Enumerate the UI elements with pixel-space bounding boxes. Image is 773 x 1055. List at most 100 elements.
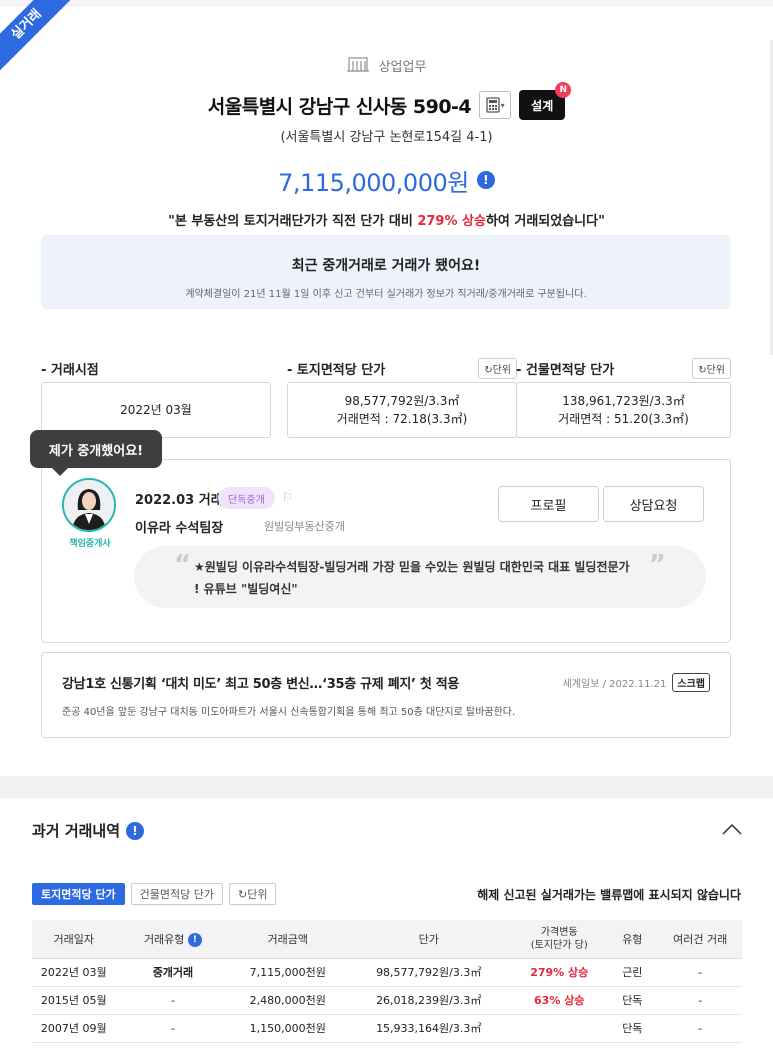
row-date: 2015년 05월	[32, 986, 116, 1015]
row-unit-price: 15,933,164원/3.3㎡	[345, 1014, 513, 1043]
history-title: 과거 거래내역 !	[32, 820, 145, 841]
row-kind: 단독	[606, 1014, 659, 1043]
col-unit-price: 단가	[345, 920, 513, 959]
land-price-column: - 토지면적당 단가 ↻단위 98,577,792원/3.3㎡ 거래면적 : 7…	[287, 356, 517, 438]
land-area-value: 거래면적 : 72.18(3.3㎡)	[336, 412, 468, 426]
land-unit-toggle[interactable]: ↻단위	[478, 357, 517, 379]
note-prefix: "본 부동산의 토지거래단가가 직전 단가 대비	[168, 214, 418, 229]
refresh-icon: ↻	[484, 364, 493, 376]
row-change	[512, 1014, 607, 1043]
unit-label: 단위	[706, 364, 725, 376]
agent-tooltip: 제가 중개했어요!	[30, 430, 162, 476]
info-icon[interactable]: !	[126, 821, 145, 840]
calculator-button[interactable]: ▾	[479, 91, 512, 119]
refresh-icon: ↻	[698, 364, 707, 376]
agent-office: 원빌딩부동산중개	[264, 520, 345, 533]
close-quote-icon: ”	[648, 550, 666, 580]
exclusive-tag: 단독중개	[218, 487, 275, 509]
history-table: 거래일자 거래유형 ! 거래금액 단가 가격변동 (토지단가 당) 유형 여러건 …	[32, 920, 742, 1043]
news-description: 준공 40년을 앞둔 강남구 대치동 미도아파트가 서울시 신속통합기획을 통해…	[62, 707, 516, 718]
deal-time-column: - 거래시점 2022년 03월	[41, 356, 271, 438]
category-row: 상업업무	[0, 50, 773, 80]
row-amount: 1,150,000천원	[230, 1014, 346, 1043]
row-type: -	[115, 986, 231, 1015]
unit-toggle[interactable]: ↻ 단위	[229, 883, 277, 905]
table-row[interactable]: 2007년 09월 - 1,150,000천원 15,933,164원/3.3㎡…	[32, 1014, 742, 1043]
col-kind: 유형	[606, 920, 659, 959]
building-price-label: - 건물면적당 단가	[516, 362, 615, 378]
agent-deal-date: 2022.03 거래	[135, 493, 223, 508]
info-icon[interactable]: !	[187, 932, 202, 947]
agent-name: 이유라 수석팀장	[135, 521, 224, 536]
property-header: 상업업무 서울특별시 강남구 신사동 590-4 ▾ 설계 N (서울특별시 강…	[0, 50, 773, 229]
col-change-line1: 가격변동	[540, 926, 578, 938]
news-source: 세계일보 / 2022.11.21	[562, 679, 667, 690]
land-price-value: 98,577,792원/3.3㎡	[344, 394, 460, 408]
scrap-button[interactable]: 스크랩	[672, 673, 710, 692]
price-basis-tabs: 토지면적당 단가 건물면적당 단가 ↻ 단위	[32, 883, 277, 905]
col-change-line2: (토지단가 당)	[530, 939, 588, 951]
col-date: 거래일자	[32, 920, 116, 959]
agent-quote: “ ★원빌딩 이유라수석팀장-빌딩거래 가장 믿을 수있는 원빌딩 대한민국 대…	[134, 546, 706, 608]
land-price-box: 98,577,792원/3.3㎡ 거래면적 : 72.18(3.3㎡)	[287, 382, 517, 438]
top-strip	[0, 0, 773, 6]
note-highlight: 279% 상승	[417, 214, 486, 229]
row-multi: -	[658, 986, 742, 1015]
building-price-box: 138,961,723원/3.3㎡ 거래면적 : 51.20(3.3㎡)	[516, 382, 731, 438]
row-unit-price: 26,018,239원/3.3㎡	[345, 986, 513, 1015]
table-row[interactable]: 2022년 03월 중개거래 7,115,000천원 98,577,792원/3…	[32, 958, 742, 987]
building-icon	[346, 54, 369, 76]
tab-building-price[interactable]: 건물면적당 단가	[130, 883, 224, 905]
row-change: 63% 상승	[512, 986, 607, 1015]
profile-button[interactable]: 프로필	[498, 486, 599, 522]
chevron-down-icon: ▾	[500, 100, 505, 110]
quote-line-1: ★원빌딩 이유라수석팀장-빌딩거래 가장 믿을 수있는 원빌딩 대한민국 대표 …	[194, 560, 630, 574]
brokerage-notice: 최근 중개거래로 거래가 됐어요! 계약체결일이 21년 11월 1일 이후 신…	[41, 235, 731, 309]
land-price-label: - 토지면적당 단가	[287, 362, 386, 378]
open-quote-icon: “	[174, 550, 192, 580]
notice-title: 최근 중개거래로 거래가 됐어요!	[291, 258, 481, 274]
consult-button[interactable]: 상담요청	[603, 486, 704, 522]
building-price-value: 138,961,723원/3.3㎡	[562, 394, 685, 408]
row-unit-price: 98,577,792원/3.3㎡	[345, 958, 513, 987]
row-amount: 7,115,000천원	[230, 958, 346, 987]
chevron-up-icon[interactable]	[721, 820, 743, 841]
row-change: 279% 상승	[512, 958, 607, 987]
report-icon[interactable]: ⚐	[282, 490, 293, 504]
col-type-label: 거래유형	[143, 932, 185, 946]
agent-card: 책임중개사 2022.03 거래 단독중개 ⚐ 이유라 수석팀장 원빌딩부동산중…	[41, 459, 731, 643]
note-suffix: 하여 거래되었습니다"	[485, 214, 605, 229]
row-type: 중개거래	[115, 958, 231, 987]
row-amount: 2,480,000천원	[230, 986, 346, 1015]
lot-address: 서울특별시 강남구 신사동 590-4	[207, 95, 472, 118]
building-area-value: 거래면적 : 51.20(3.3㎡)	[558, 412, 689, 426]
news-title[interactable]: 강남1호 신통기획 ‘대치 미도’ 최고 50층 변신…‘35층 규제 폐지’ …	[62, 673, 459, 692]
col-multi: 여러건 거래	[658, 920, 742, 959]
info-icon[interactable]: !	[476, 171, 495, 189]
unit-label: 단위	[247, 888, 268, 901]
quote-line-2: ! 유튜브 "빌딩여신"	[194, 582, 298, 596]
table-row[interactable]: 2015년 05월 - 2,480,000천원 26,018,239원/3.3㎡…	[32, 986, 742, 1015]
deal-time-label: - 거래시점	[41, 362, 99, 378]
col-amount: 거래금액	[230, 920, 346, 959]
row-multi: -	[658, 1014, 742, 1043]
row-date: 2022년 03월	[32, 958, 116, 987]
deal-price: 7,115,000,000원	[278, 168, 469, 197]
news-meta: 세계일보 / 2022.11.21 스크랩	[563, 673, 710, 692]
building-price-column: - 건물면적당 단가 ↻단위 138,961,723원/3.3㎡ 거래면적 : …	[516, 356, 731, 438]
unit-label: 단위	[492, 364, 511, 376]
tab-land-price[interactable]: 토지면적당 단가	[32, 883, 125, 905]
row-multi: -	[658, 958, 742, 987]
design-button[interactable]: 설계 N	[519, 82, 572, 120]
design-button-label: 설계	[531, 98, 554, 113]
row-type: -	[115, 1014, 231, 1043]
road-address: (서울특별시 강남구 논현로154길 4-1)	[280, 130, 493, 145]
deal-time-value: 2022년 03월	[120, 403, 192, 417]
building-unit-toggle[interactable]: ↻단위	[692, 357, 731, 379]
notice-subtitle: 계약체결일이 21년 11월 1일 이후 신고 건부터 실거래가 정보가 직거래…	[185, 289, 587, 300]
category-label: 상업업무	[378, 59, 427, 75]
agent-caption: 책임중개사	[69, 539, 111, 549]
agent-avatar[interactable]	[62, 478, 116, 532]
col-type: 거래유형 !	[115, 920, 231, 959]
news-card[interactable]: 강남1호 신통기획 ‘대치 미도’ 최고 50층 변신…‘35층 규제 폐지’ …	[41, 652, 731, 738]
